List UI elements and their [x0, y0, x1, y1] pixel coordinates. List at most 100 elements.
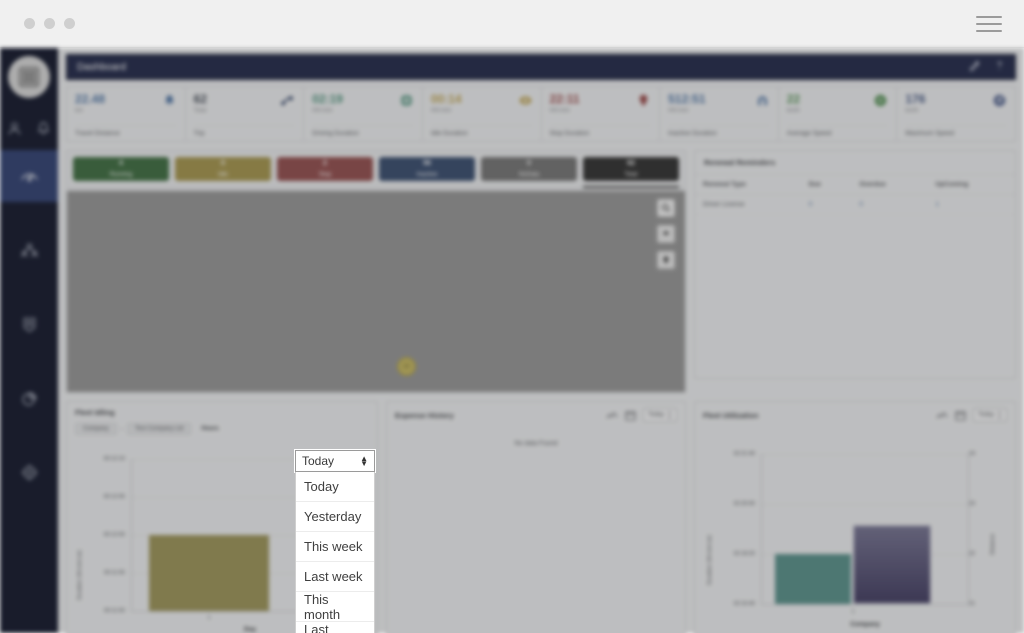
y2-tick: 23 [969, 501, 987, 507]
kpi-unit: HH:mm [312, 108, 343, 114]
minimize-window-dot[interactable] [44, 18, 55, 29]
caret-down-icon[interactable]: ▼ [360, 461, 368, 466]
y2-axis-label: Distance [990, 534, 996, 555]
app-logo[interactable] [0, 48, 58, 106]
sidebar-item-settings[interactable] [0, 446, 58, 498]
status-count: 0 [221, 160, 225, 168]
period-select-dropdown[interactable]: Today ▲ ▼ Today Yesterday This week Last… [295, 450, 375, 633]
kpi-card[interactable]: 512:51 HH:mm Inactive Duration [660, 87, 779, 141]
sidebar [0, 48, 58, 633]
kpi-unit: HH:mm [550, 108, 580, 114]
sidebar-item-devices[interactable] [0, 298, 58, 350]
status-pill-idle[interactable]: 0 Idle [175, 157, 271, 181]
option-last-week[interactable]: Last week [296, 562, 374, 592]
y2-tick: 24 [969, 451, 987, 457]
browser-chrome [0, 0, 1024, 48]
table-row[interactable]: Driver License 0 0 1 [695, 195, 1015, 215]
cell-upcoming[interactable]: 1 [927, 195, 1015, 215]
kpi-strip: 22.48 km Travel Distance 62 Total [66, 86, 1016, 142]
option-yesterday[interactable]: Yesterday [296, 502, 374, 532]
breadcrumb-item-test-company[interactable]: Test Company Ltd [127, 423, 191, 435]
kpi-label: Trip [194, 125, 296, 137]
sidebar-item-users[interactable] [0, 224, 58, 276]
window-controls[interactable] [24, 18, 75, 29]
pencil-icon[interactable] [969, 60, 980, 74]
status-pill-total[interactable]: 62 Total [583, 157, 679, 181]
utilization-period-select[interactable]: Today [973, 408, 1007, 422]
kpi-value: 62 [194, 93, 207, 105]
breadcrumb-item-company[interactable]: Company [75, 423, 117, 435]
marker-icon[interactable] [657, 251, 675, 269]
column-header-overdue[interactable]: Overdue [851, 175, 927, 195]
y-axis-label: Duration (hh:mm:ss) [707, 535, 713, 585]
kpi-card[interactable]: 176 km/h Maximum Speed [897, 87, 1015, 141]
period-select-options[interactable]: Today Yesterday This week Last week This… [295, 472, 375, 633]
title-bar-actions [969, 60, 1005, 74]
expense-period-select[interactable]: Today [643, 408, 677, 422]
cell-overdue[interactable]: 0 [851, 195, 927, 215]
kpi-card[interactable]: 62 Total Trip [186, 87, 305, 141]
option-this-week[interactable]: This week [296, 532, 374, 562]
column-header-renewal-type[interactable]: Renewal Type [695, 175, 801, 195]
status-count: 56 [423, 160, 431, 168]
y2-tick: 21 [969, 601, 987, 607]
y-tick: 00:12:00 [81, 532, 125, 538]
device-card-icon [20, 315, 39, 334]
magnet-icon [755, 93, 770, 108]
gauge-max-icon [992, 93, 1007, 108]
kpi-card[interactable]: 22.48 km Travel Distance [67, 87, 186, 141]
status-pill-running[interactable]: 4 Running [73, 157, 169, 181]
bar-distance[interactable] [853, 525, 931, 604]
status-pill-stop[interactable]: 2 Stop [277, 157, 373, 181]
status-pill-nodata[interactable]: 0 NoData [481, 157, 577, 181]
bar-duration[interactable] [775, 554, 851, 604]
column-header-upcoming[interactable]: UpComing [927, 175, 1015, 195]
layers-icon[interactable] [657, 225, 675, 243]
route-icon [280, 93, 295, 108]
calendar-icon[interactable] [625, 410, 636, 421]
column-header-due[interactable]: Due [801, 175, 852, 195]
map-panel: 4 Running 0 Idle 2 Stop 56 [66, 150, 686, 393]
option-this-month[interactable]: This month [296, 592, 374, 622]
maximize-window-dot[interactable] [64, 18, 75, 29]
fleet-utilization-card: Fleet Utilization Today [694, 401, 1016, 633]
kpi-label: Maximum Speed [905, 125, 1007, 137]
expense-empty-message: No data Found [387, 440, 685, 447]
bell-icon[interactable] [35, 120, 52, 137]
period-select-button[interactable]: Today ▲ ▼ [295, 450, 375, 472]
kpi-unit: Total [194, 108, 207, 114]
status-pill-row: 4 Running 0 Idle 2 Stop 56 [66, 150, 686, 188]
status-pill-inactive[interactable]: 56 Inactive [379, 157, 475, 181]
expense-history-card: Expense History Today [386, 401, 686, 633]
y-tick: 00:12:10 [81, 456, 125, 462]
hamburger-icon[interactable] [976, 16, 1002, 32]
kpi-card[interactable]: 22:11 HH:mm Stop Duration [542, 87, 661, 141]
kpi-card[interactable]: 02:19 HH:mm Driving Duration [304, 87, 423, 141]
user-icon[interactable] [6, 120, 23, 137]
stepper-caret-icon[interactable]: ▲ ▼ [360, 456, 368, 466]
option-today[interactable]: Today [296, 472, 374, 502]
steering-icon [399, 93, 414, 108]
kpi-card[interactable]: 22 km/h Average Speed [779, 87, 898, 141]
calendar-icon[interactable] [955, 410, 966, 421]
option-last-month[interactable]: Last month [296, 622, 374, 633]
kpi-value: 02:19 [312, 93, 343, 105]
kpi-unit: km/h [787, 108, 800, 114]
close-window-dot[interactable] [24, 18, 35, 29]
kpi-card[interactable]: 00:14 HH:mm Idle Duration [423, 87, 542, 141]
status-label: Inactive [417, 171, 438, 179]
people-group-icon [20, 241, 39, 260]
search-icon[interactable] [657, 199, 675, 217]
question-mark-icon[interactable] [994, 60, 1005, 74]
y-tick: 00:11:50 [81, 608, 125, 614]
cell-due[interactable]: 0 [801, 195, 852, 215]
bar-idle-duration[interactable] [149, 535, 269, 611]
map-cluster-marker[interactable]: 22 [397, 357, 416, 376]
line-chart-icon[interactable] [606, 411, 618, 420]
sidebar-item-reports[interactable] [0, 372, 58, 424]
stop-pin-icon [636, 93, 651, 108]
fleet-utilization-title: Fleet Utilization [703, 411, 758, 420]
fleet-map[interactable]: 22 [66, 190, 686, 393]
sidebar-item-dashboard[interactable] [0, 150, 58, 202]
line-chart-icon[interactable] [936, 411, 948, 420]
